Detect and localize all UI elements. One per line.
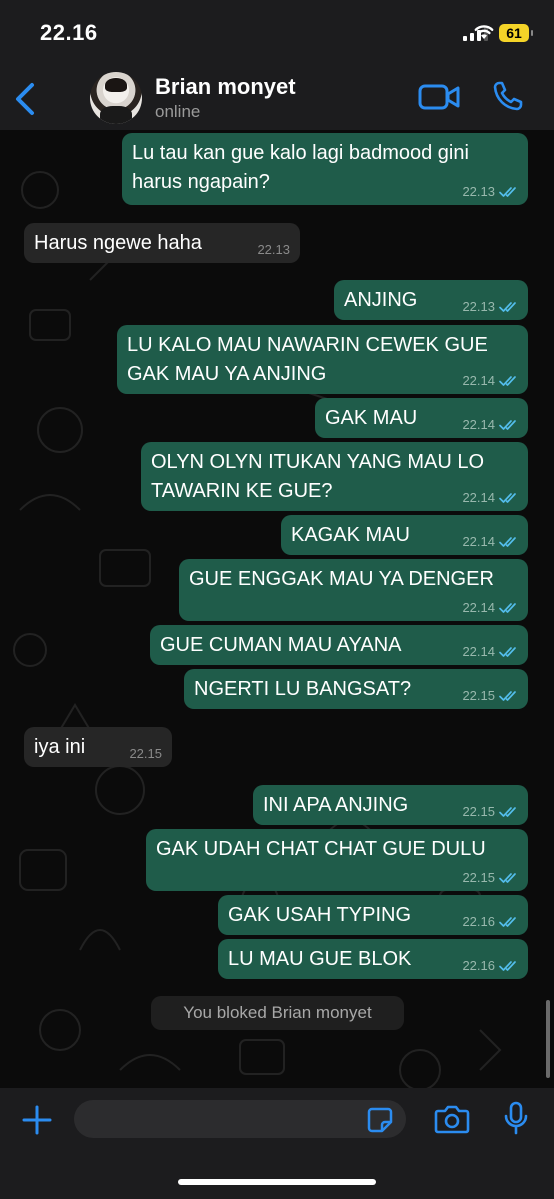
message-meta: 22.15 <box>462 871 518 885</box>
read-ticks-icon <box>499 647 516 657</box>
contact-status: online <box>155 102 201 121</box>
camera-icon[interactable] <box>434 1104 470 1134</box>
message-time: 22.13 <box>462 299 495 314</box>
message-text: iya ini <box>34 736 86 758</box>
back-chevron-icon[interactable] <box>12 82 38 116</box>
message-text: INI APA ANJING <box>263 794 409 816</box>
message-time: 22.14 <box>462 600 495 615</box>
read-ticks-icon <box>499 493 516 503</box>
battery-level: 61 <box>506 25 522 41</box>
message-time: 22.14 <box>462 644 495 659</box>
message-time: 22.15 <box>462 804 495 819</box>
message-list[interactable]: Lu tau kan gue kalo lagi badmood gini ha… <box>0 130 554 1088</box>
message-time: 22.14 <box>462 534 495 549</box>
outgoing-message[interactable]: GUE CUMAN MAU AYANA 22.14 <box>150 625 528 665</box>
status-bar: 22.16 61 <box>0 0 554 66</box>
message-text: GUE CUMAN MAU AYANA <box>160 634 402 656</box>
message-text: KAGAK MAU <box>291 524 410 546</box>
read-ticks-icon <box>499 873 516 883</box>
incoming-message[interactable]: Harus ngewe haha 22.13 <box>24 223 300 263</box>
read-ticks-icon <box>499 376 516 386</box>
contact-avatar[interactable] <box>90 72 142 124</box>
message-meta: 22.15 <box>462 805 518 819</box>
message-time: 22.15 <box>462 870 495 885</box>
outgoing-message[interactable]: LU MAU GUE BLOK 22.16 <box>218 939 528 979</box>
message-input[interactable] <box>74 1100 406 1138</box>
contact-name[interactable]: Brian monyet <box>155 74 296 100</box>
message-meta: 22.14 <box>462 601 518 615</box>
message-meta: 22.16 <box>462 959 518 973</box>
message-time: 22.16 <box>462 958 495 973</box>
outgoing-message[interactable]: KAGAK MAU 22.14 <box>281 515 528 555</box>
incoming-message[interactable]: iya ini 22.15 <box>24 727 172 767</box>
outgoing-message[interactable]: GAK USAH TYPING 22.16 <box>218 895 528 935</box>
outgoing-message[interactable]: ANJING 22.13 <box>334 280 528 320</box>
message-meta: 22.14 <box>462 491 518 505</box>
message-meta: 22.15 <box>129 747 162 761</box>
microphone-icon[interactable] <box>503 1101 529 1135</box>
message-time: 22.13 <box>257 242 290 257</box>
outgoing-message[interactable]: GAK UDAH CHAT CHAT GUE DULU 22.15 <box>146 829 528 891</box>
status-time: 22.16 <box>40 20 98 45</box>
message-meta: 22.13 <box>257 243 290 257</box>
outgoing-message[interactable]: INI APA ANJING 22.15 <box>253 785 528 825</box>
message-text: GAK UDAH CHAT CHAT GUE DULU <box>156 838 486 860</box>
read-ticks-icon <box>499 420 516 430</box>
message-meta: 22.13 <box>462 185 518 199</box>
phone-call-icon[interactable] <box>492 80 524 112</box>
message-text: LU KALO MAU NAWARIN CEWEK GUE GAK MAU YA… <box>127 334 488 385</box>
message-meta: 22.14 <box>462 535 518 549</box>
wifi-icon <box>474 25 494 39</box>
outgoing-message[interactable]: LU KALO MAU NAWARIN CEWEK GUE GAK MAU YA… <box>117 325 528 394</box>
message-text: ANJING <box>344 289 418 311</box>
message-time: 22.14 <box>462 373 495 388</box>
home-indicator <box>178 1179 376 1185</box>
read-ticks-icon <box>499 537 516 547</box>
read-ticks-icon <box>499 187 516 197</box>
message-time: 22.13 <box>462 184 495 199</box>
read-ticks-icon <box>499 961 516 971</box>
message-time: 22.14 <box>462 490 495 505</box>
message-meta: 22.16 <box>462 915 518 929</box>
message-meta: 22.13 <box>462 300 518 314</box>
battery-icon: 61 <box>499 24 533 42</box>
outgoing-message[interactable]: Lu tau kan gue kalo lagi badmood gini ha… <box>122 133 528 205</box>
composer-bar <box>0 1088 554 1199</box>
outgoing-message[interactable]: NGERTI LU BANGSAT? 22.15 <box>184 669 528 709</box>
outgoing-message[interactable]: GAK MAU 22.14 <box>315 398 528 438</box>
read-ticks-icon <box>499 691 516 701</box>
message-time: 22.14 <box>462 417 495 432</box>
message-meta: 22.14 <box>462 418 518 432</box>
message-text: Harus ngewe haha <box>34 232 202 254</box>
read-ticks-icon <box>499 603 516 613</box>
scrollbar[interactable] <box>546 1000 550 1078</box>
sticker-icon[interactable] <box>367 1107 393 1133</box>
message-meta: 22.15 <box>462 689 518 703</box>
outgoing-message[interactable]: OLYN OLYN ITUKAN YANG MAU LO TAWARIN KE … <box>141 442 528 511</box>
read-ticks-icon <box>499 302 516 312</box>
read-ticks-icon <box>499 917 516 927</box>
message-text: NGERTI LU BANGSAT? <box>194 678 412 700</box>
message-meta: 22.14 <box>462 645 518 659</box>
blocked-notice: You bloked Brian monyet <box>151 996 404 1030</box>
message-text: Lu tau kan gue kalo lagi badmood gini ha… <box>132 142 469 193</box>
read-ticks-icon <box>499 807 516 817</box>
plus-icon[interactable] <box>21 1104 53 1136</box>
message-text: GAK MAU <box>325 407 418 429</box>
message-text: GUE ENGGAK MAU YA DENGER <box>189 568 494 590</box>
message-time: 22.15 <box>129 746 162 761</box>
outgoing-message[interactable]: GUE ENGGAK MAU YA DENGER 22.14 <box>179 559 528 621</box>
video-call-icon[interactable] <box>418 84 460 110</box>
message-meta: 22.14 <box>462 374 518 388</box>
chat-header: Brian monyet online <box>0 66 554 130</box>
message-text: GAK USAH TYPING <box>228 904 412 926</box>
message-text: LU MAU GUE BLOK <box>228 948 412 970</box>
message-time: 22.15 <box>462 688 495 703</box>
message-time: 22.16 <box>462 914 495 929</box>
